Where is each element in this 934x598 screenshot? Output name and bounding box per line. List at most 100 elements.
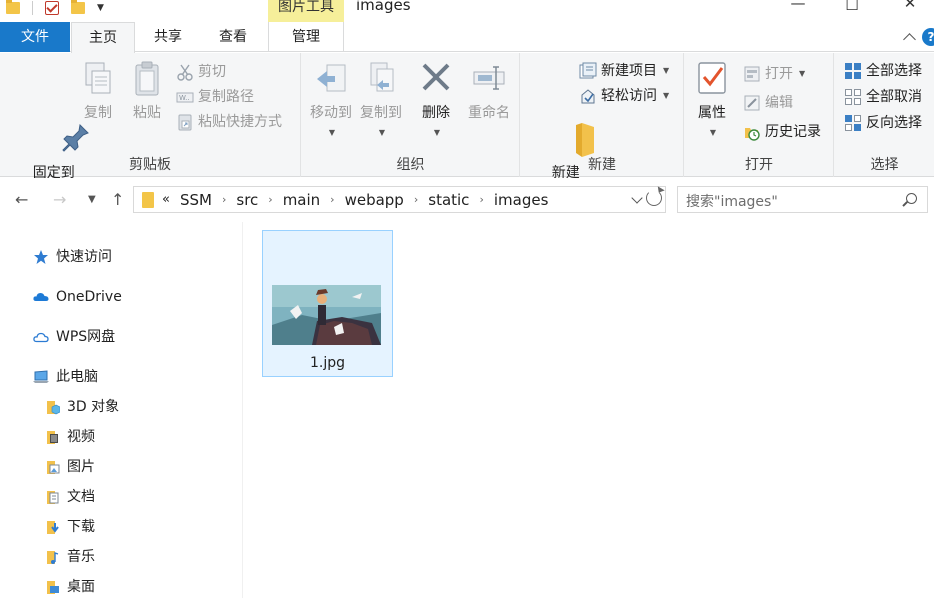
nav-item-pictures[interactable]: 图片	[44, 455, 95, 479]
edit-button[interactable]: 编辑	[743, 92, 793, 114]
invert-selection-label: 反向选择	[866, 115, 922, 131]
up-arrow-icon[interactable]: ↑	[111, 190, 124, 209]
nav-item-desktop[interactable]: 桌面	[44, 575, 95, 598]
cut-button[interactable]: 剪切	[176, 61, 226, 83]
back-arrow-icon[interactable]: ←	[15, 190, 28, 209]
forward-arrow-icon[interactable]: →	[53, 190, 66, 209]
ribbon: 固定到 快速访问 复制 粘贴 剪切 W.. 复制路径	[0, 53, 934, 201]
nav-item-3d-objects[interactable]: 3D 对象	[44, 395, 119, 419]
nav-item-videos[interactable]: 视频	[44, 425, 95, 449]
properties-label: 属性	[698, 105, 726, 121]
nav-item-label: 音乐	[67, 549, 95, 565]
breadcrumb-segment[interactable]: src	[236, 191, 258, 209]
organize-group: 移动到 ▼ 复制到 ▼ 删除 ▼ 重命名 组织	[302, 53, 520, 177]
documents-folder-icon	[44, 489, 60, 505]
copy-path-label: 复制路径	[198, 89, 254, 105]
breadcrumb-chevron-icon[interactable]: ›	[268, 193, 272, 206]
move-to-button[interactable]: 移动到 ▼	[306, 59, 356, 143]
nav-item-label: 此电脑	[56, 369, 98, 385]
breadcrumb-chevron-icon[interactable]: ›	[222, 193, 226, 206]
tab-manage[interactable]: 管理	[268, 22, 344, 52]
move-to-icon	[313, 59, 349, 99]
nav-item-downloads[interactable]: 下载	[44, 515, 95, 539]
rename-button[interactable]: 重命名	[462, 59, 516, 123]
breadcrumb-chevron-icon[interactable]: ›	[479, 193, 483, 206]
breadcrumb-chevron-icon[interactable]: ›	[414, 193, 418, 206]
nav-item-onedrive[interactable]: OneDrive	[33, 285, 122, 309]
copy-to-button[interactable]: 复制到 ▼	[356, 59, 406, 143]
copy-path-icon: W..	[176, 88, 194, 106]
folder-icon	[142, 191, 154, 208]
open-dropdown-icon: ▼	[799, 69, 806, 78]
breadcrumb-chevron-icon[interactable]: ›	[330, 193, 334, 206]
clipboard-group: 固定到 快速访问 复制 粘贴 剪切 W.. 复制路径	[0, 53, 301, 201]
copy-icon	[80, 59, 116, 99]
nav-item-label: 快速访问	[56, 249, 112, 265]
new-item-button[interactable]: 新建项目 ▼	[579, 60, 669, 82]
nav-item-this-pc[interactable]: 此电脑	[33, 365, 98, 389]
address-bar[interactable]: « SSM › src › main › webapp › static › i…	[133, 186, 666, 213]
address-history-chevron-icon[interactable]	[631, 192, 643, 204]
select-all-button[interactable]: 全部选择	[844, 60, 922, 82]
cloud-icon	[33, 289, 49, 305]
nav-item-quick-access[interactable]: 快速访问	[33, 245, 112, 269]
breadcrumb-segment[interactable]: static	[428, 191, 469, 209]
breadcrumb-segment[interactable]: SSM	[180, 191, 212, 209]
close-icon[interactable]: ✕	[900, 0, 920, 12]
open-icon	[743, 65, 761, 83]
clipboard-group-label: 剪贴板	[129, 157, 171, 173]
customize-toolbar-chevron-icon[interactable]: ▼	[97, 3, 104, 13]
select-none-icon	[844, 88, 862, 106]
select-none-button[interactable]: 全部取消	[844, 86, 922, 108]
maximize-icon[interactable]: ☐	[842, 0, 862, 14]
refresh-icon[interactable]	[646, 190, 662, 206]
recent-locations-chevron-icon[interactable]: ▼	[88, 194, 96, 205]
file-list[interactable]: 1.jpg	[244, 222, 934, 598]
copy-label: 复制	[84, 105, 112, 121]
tab-share[interactable]: 共享	[136, 22, 200, 52]
organize-group-label: 组织	[396, 157, 425, 173]
breadcrumb-overflow[interactable]: «	[162, 192, 170, 207]
minimize-icon[interactable]: —	[788, 0, 808, 12]
nav-item-label: OneDrive	[56, 289, 122, 305]
file-item[interactable]: 1.jpg	[262, 230, 393, 377]
collapse-ribbon-chevron-icon[interactable]	[903, 33, 916, 46]
tab-view[interactable]: 查看	[200, 22, 266, 52]
tab-file[interactable]: 文件	[0, 22, 70, 52]
file-name: 1.jpg	[309, 355, 346, 371]
tab-home[interactable]: 主页	[71, 22, 135, 53]
properties-button[interactable]: 属性 ▼	[691, 59, 733, 143]
history-button[interactable]: 历史记录	[743, 121, 821, 143]
help-icon[interactable]: ?	[922, 28, 934, 46]
cut-label: 剪切	[198, 64, 226, 80]
nav-item-label: 文档	[67, 489, 95, 505]
folder-icon	[6, 0, 20, 14]
breadcrumb-segment[interactable]: images	[494, 191, 549, 209]
navigation-pane: 快速访问 OneDrive WPS网盘 此电脑 3D 对象 视频 图片 文档 下…	[0, 222, 243, 598]
nav-item-music[interactable]: 音乐	[44, 545, 95, 569]
new-item-label: 新建项目	[601, 63, 657, 79]
copy-button[interactable]: 复制	[78, 59, 118, 123]
music-folder-icon	[44, 549, 60, 565]
open-button[interactable]: 打开 ▼	[743, 63, 805, 85]
search-icon[interactable]	[906, 193, 917, 204]
properties-check-icon[interactable]	[45, 1, 59, 15]
pictures-folder-icon	[44, 459, 60, 475]
nav-item-documents[interactable]: 文档	[44, 485, 95, 509]
breadcrumb-segment[interactable]: main	[283, 191, 320, 209]
copy-path-button[interactable]: W.. 复制路径	[176, 86, 254, 108]
nav-item-wps-cloud[interactable]: WPS网盘	[33, 325, 115, 349]
move-to-dropdown-icon: ▼	[328, 128, 336, 137]
new-item-dropdown-icon: ▼	[663, 66, 670, 75]
new-folder-icon[interactable]	[71, 0, 85, 14]
delete-button[interactable]: 删除 ▼	[416, 59, 456, 143]
breadcrumb-segment[interactable]: webapp	[345, 191, 404, 209]
invert-selection-button[interactable]: 反向选择	[844, 112, 922, 134]
nav-item-label: 图片	[67, 459, 95, 475]
paste-shortcut-label: 粘贴快捷方式	[198, 114, 282, 130]
search-input[interactable]: 搜索"images"	[677, 186, 928, 213]
easy-access-button[interactable]: 轻松访问 ▼	[579, 85, 669, 107]
invert-selection-icon	[844, 114, 862, 132]
paste-button[interactable]: 粘贴	[126, 59, 168, 123]
paste-shortcut-button[interactable]: 粘贴快捷方式	[176, 111, 282, 133]
